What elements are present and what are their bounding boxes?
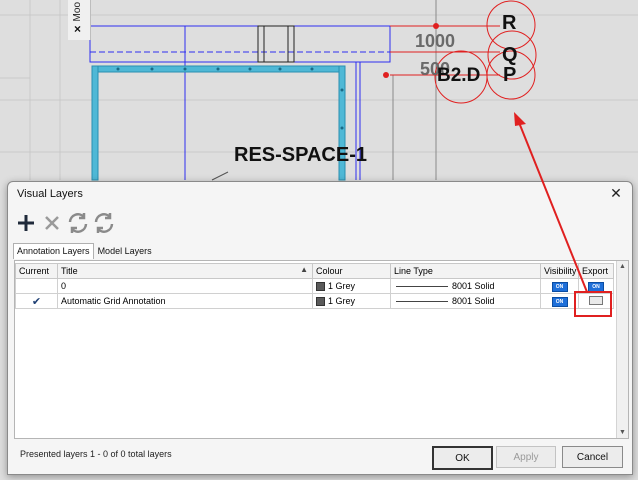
status-text: Presented layers 1 - 0 of 0 total layers — [20, 449, 172, 459]
colour-label: 1 Grey — [328, 280, 356, 291]
tab-model-layers[interactable]: Model Layers — [94, 243, 156, 259]
table-row[interactable]: 0 1 Grey 8001 Solid ON ON — [15, 278, 614, 294]
dialog-close-button[interactable]: ✕ — [608, 185, 624, 201]
visibility-toggle[interactable]: ON — [551, 297, 568, 307]
grid-bubble-P: P — [503, 64, 517, 86]
dimension-1000: 1000 — [415, 31, 456, 51]
space-label: RES-SPACE-1 — [234, 144, 367, 166]
table-row[interactable]: ✔ Automatic Grid Annotation 1 Grey 8001 … — [15, 293, 614, 309]
line-type-preview — [396, 301, 448, 303]
layer-tabs: Annotation Layers Model Layers — [13, 243, 156, 259]
grid-bubble-R: R — [502, 12, 517, 34]
current-cell[interactable]: ✔ — [15, 293, 58, 309]
visual-layers-dialog: Visual Layers ✕ Annotation Layers Model … — [7, 181, 633, 475]
grid-label-b2d: B2.D — [437, 65, 481, 86]
colour-swatch — [316, 297, 325, 307]
title-cell[interactable]: 0 — [57, 278, 313, 294]
sort-ascending-icon: ▲ — [300, 265, 308, 274]
vertical-scrollbar[interactable]: ▲ ▼ — [616, 261, 628, 438]
line-type-preview — [396, 286, 448, 288]
layers-table-container: Current Title ▲ Colour Line Type Visibili… — [14, 260, 629, 439]
table-header-row: Current Title ▲ Colour Line Type Visibili… — [15, 263, 614, 279]
visibility-cell: ON — [540, 293, 579, 309]
colour-cell[interactable]: 1 Grey — [312, 293, 391, 309]
column-header-export[interactable]: Export — [578, 263, 614, 279]
x-icon — [45, 216, 59, 230]
line-type-label: 8001 Solid — [452, 281, 495, 291]
line-type-cell[interactable]: 8001 Solid — [390, 278, 541, 294]
refresh-icon — [94, 213, 114, 233]
colour-swatch — [316, 282, 325, 292]
visibility-toggle[interactable]: ON — [551, 282, 568, 292]
refresh-all-button[interactable] — [92, 210, 116, 236]
tab-annotation-layers[interactable]: Annotation Layers — [13, 243, 94, 259]
plus-icon — [18, 215, 34, 231]
refresh-button[interactable] — [66, 210, 90, 236]
current-check-icon: ✔ — [31, 295, 42, 308]
delete-layer-button[interactable] — [40, 210, 64, 236]
column-header-line-type[interactable]: Line Type — [390, 263, 541, 279]
colour-cell[interactable]: 1 Grey — [312, 278, 391, 294]
dialog-title: Visual Layers — [17, 188, 83, 200]
column-header-title[interactable]: Title ▲ — [57, 263, 313, 279]
column-header-colour[interactable]: Colour — [312, 263, 391, 279]
ok-button[interactable]: OK — [432, 446, 493, 470]
export-highlight-box — [574, 291, 612, 317]
colour-label: 1 Grey — [328, 295, 356, 306]
side-panel-close-icon[interactable]: × — [74, 22, 81, 36]
scroll-up-arrow-icon[interactable]: ▲ — [618, 262, 627, 271]
column-header-visibility[interactable]: Visibility — [540, 263, 579, 279]
column-header-current[interactable]: Current — [15, 263, 58, 279]
visibility-cell: ON — [540, 278, 579, 294]
line-type-cell[interactable]: 8001 Solid — [390, 293, 541, 309]
layers-table: Current Title ▲ Colour Line Type Visibili… — [15, 263, 614, 309]
scroll-down-arrow-icon[interactable]: ▼ — [618, 428, 627, 437]
add-layer-button[interactable] — [14, 210, 38, 236]
side-panel-label: Moo — [72, 2, 83, 22]
cancel-button[interactable]: Cancel — [562, 446, 623, 468]
line-type-label: 8001 Solid — [452, 296, 495, 306]
side-panel: Moo × — [68, 0, 91, 40]
apply-button[interactable]: Apply — [496, 446, 556, 468]
refresh-icon — [68, 213, 88, 233]
layers-toolbar — [14, 208, 116, 238]
column-header-title-label: Title — [61, 266, 78, 276]
title-cell[interactable]: Automatic Grid Annotation — [57, 293, 313, 309]
current-cell[interactable] — [15, 278, 58, 294]
